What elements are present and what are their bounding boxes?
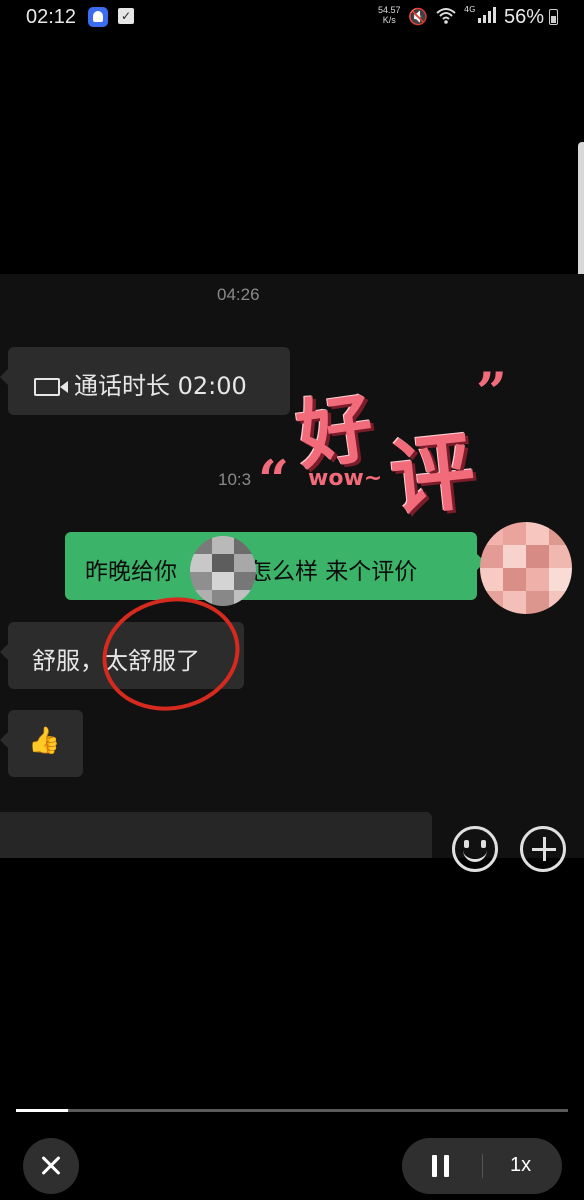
plus-icon[interactable]	[520, 826, 566, 872]
sticker-quote-open: “	[258, 448, 290, 512]
checkbox-app-icon: ✓	[118, 8, 134, 24]
good-review-sticker: 好 评 “ ” wow~	[258, 360, 522, 528]
call-duration-text: 通话时长 02:00	[74, 372, 247, 400]
mute-icon: 🔇	[408, 7, 428, 26]
message-input[interactable]	[0, 812, 432, 858]
net-speed: 54.57 K/s	[378, 5, 401, 25]
playback-progress-fill	[16, 1109, 69, 1112]
blurred-avatar	[480, 522, 572, 614]
status-time: 02:12	[26, 6, 77, 28]
ghost-app-icon	[88, 7, 108, 27]
blurred-name-mosaic	[190, 536, 256, 606]
signal-icon	[478, 7, 496, 27]
playback-speed-button[interactable]: 1x	[510, 1154, 531, 1177]
network-type: 4G	[464, 5, 476, 14]
outgoing-message-part1: 昨晚给你	[85, 559, 177, 585]
thumbs-up-icon: 👍	[28, 726, 61, 756]
net-speed-value: 54.57	[378, 5, 401, 15]
battery-percent: 56%	[504, 6, 545, 28]
pause-icon[interactable]	[432, 1155, 450, 1177]
sticker-quote-close: ”	[476, 360, 508, 424]
timestamp: 10:3	[218, 470, 252, 489]
outgoing-message-bubble[interactable]: 昨晚给你 怎么样 来个评价	[65, 532, 485, 600]
status-bar: 02:12 ✓ 54.57 K/s 🔇 4G 56%	[0, 0, 584, 36]
sticker-text-wow: wow~	[308, 466, 383, 491]
call-duration-bubble[interactable]: 通话时长 02:00	[0, 347, 290, 415]
controls-divider	[482, 1154, 483, 1178]
close-button[interactable]	[23, 1138, 79, 1194]
timestamp: 04:26	[217, 285, 260, 304]
outgoing-message-part2: 怎么样 来个评价	[249, 559, 418, 585]
video-call-icon	[34, 378, 68, 396]
emoji-icon[interactable]	[452, 826, 498, 872]
wifi-icon	[436, 7, 456, 29]
emoji-message-bubble[interactable]: 👍	[0, 710, 83, 777]
sticker-text-review: 评	[385, 421, 480, 529]
battery-icon	[549, 9, 558, 25]
playback-controls: 1x	[402, 1138, 562, 1194]
playback-progress-bar[interactable]	[16, 1109, 568, 1112]
net-speed-unit: K/s	[382, 15, 396, 25]
